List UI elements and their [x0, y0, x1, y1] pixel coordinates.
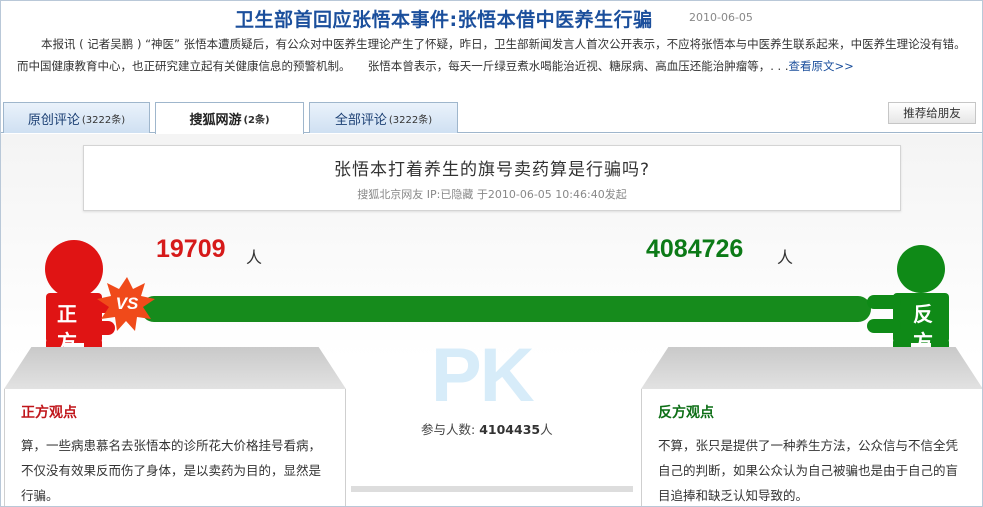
page: 卫生部首回应张悟本事件:张悟本借中医养生行骗 2010-06-05 本报讯 ( … — [0, 0, 983, 507]
tab-sohu-games[interactable]: 搜狐网游 (2条) — [155, 102, 304, 134]
pro-viewpoint-panel: 正方观点 算，一些病患慕名去张悟本的诊所花大价格挂号看病，不仅没有效果反而伤了身… — [4, 347, 346, 506]
pro-viewpoint-body: 正方观点 算，一些病患慕名去张悟本的诊所花大价格挂号看病，不仅没有效果反而伤了身… — [4, 389, 346, 506]
participant-unit: 人 — [540, 422, 553, 437]
pro-vote-unit: 人 — [246, 248, 263, 267]
tab-count: (2条) — [243, 115, 270, 126]
con-viewpoint-panel: 反方观点 不算，张只是提供了一种养生方法，公众信与不信全凭自己的判断，如果公众认… — [641, 347, 982, 506]
pro-viewpoint-title: 正方观点 — [21, 405, 77, 421]
participant-count: 参与人数: 4104435人 — [421, 419, 553, 438]
pro-figure-label-1: 正 — [57, 302, 77, 326]
con-viewpoint-text: 不算，张只是提供了一种养生方法，公众信与不信全凭自己的判断，如果公众认为自己被骗… — [658, 438, 959, 503]
tab-label: 全部评论 — [334, 112, 387, 128]
tab-label: 原创评论 — [27, 112, 80, 128]
article-summary: 本报讯 ( 记者吴鹏 ) “神医” 张悟本遭质疑后，有公众对中医养生理论产生了怀… — [17, 33, 967, 77]
con-vote-bar — [141, 296, 871, 322]
read-original-link[interactable]: 查看原文>> — [789, 59, 854, 73]
tab-label: 搜狐网游 — [189, 113, 242, 128]
con-viewpoint-body: 反方观点 不算，张只是提供了一种养生方法，公众信与不信全凭自己的判断，如果公众认… — [641, 389, 982, 506]
pro-vote-count: 19709 — [156, 235, 226, 263]
con-vote-unit: 人 — [777, 248, 794, 267]
con-viewpoint-title: 反方观点 — [658, 405, 714, 421]
participant-value: 4104435 — [479, 422, 541, 437]
debate-topic: 张悟本打着养生的旗号卖药算是行骗吗? — [333, 160, 651, 180]
tab-count: (3222条) — [81, 114, 126, 126]
tab-count: (3222条) — [388, 114, 433, 126]
tab-all-comments[interactable]: 全部评论 (3222条) — [309, 102, 458, 133]
article-date: 2010-06-05 — [689, 11, 753, 24]
pro-viewpoint-text: 算，一些病患慕名去张悟本的诊所花大价格挂号看病，不仅没有效果反而伤了身体，是以卖… — [21, 438, 322, 503]
tab-original-comments[interactable]: 原创评论 (3222条) — [3, 102, 150, 133]
article-title[interactable]: 卫生部首回应张悟本事件:张悟本借中医养生行骗 — [235, 5, 653, 32]
con-figure-label-1: 反 — [913, 302, 933, 326]
con-vote-count: 4084726 — [646, 235, 744, 263]
debate-meta: 搜狐北京网友 IP:已隐藏 于2010-06-05 10:46:40发起 — [357, 188, 627, 201]
debate-topic-box: 张悟本打着养生的旗号卖药算是行骗吗? 搜狐北京网友 IP:已隐藏 于2010-0… — [83, 145, 901, 211]
divider — [351, 486, 633, 492]
pro-podium-top — [4, 347, 346, 389]
recommend-to-friend-button[interactable]: 推荐给朋友 — [888, 102, 976, 124]
comment-tabs: 原创评论 (3222条) 搜狐网游 (2条) 全部评论 (3222条) — [1, 100, 982, 134]
pk-watermark: PK — [431, 333, 535, 418]
con-podium-top — [641, 347, 982, 389]
vs-label: VS — [116, 294, 139, 313]
participant-label: 参与人数: — [421, 422, 476, 437]
debate-area: 张悟本打着养生的旗号卖药算是行骗吗? 搜狐北京网友 IP:已隐藏 于2010-0… — [1, 134, 982, 506]
